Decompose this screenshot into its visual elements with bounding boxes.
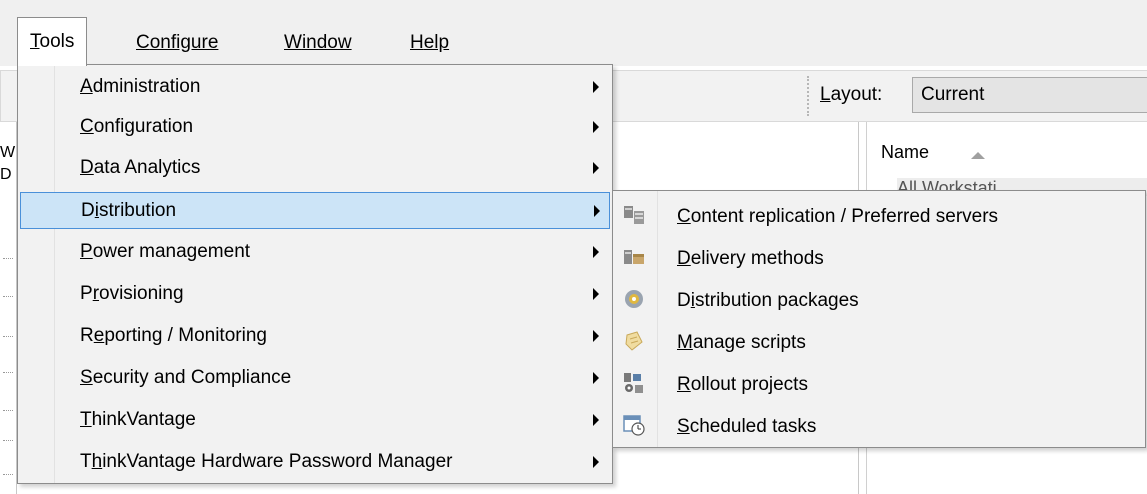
tree-connector (3, 258, 13, 259)
submenu-item-rollout-projects[interactable]: Rollout projects (613, 362, 1145, 404)
tree-connector (3, 372, 13, 373)
menu-item-reporting-monitoring[interactable]: Reporting / Monitoring (20, 318, 610, 355)
delivery-methods-icon (624, 250, 644, 264)
menu-item-thinkvantage-hardware-password-manager[interactable]: ThinkVantage Hardware Password Manager (20, 444, 610, 481)
tree-connector (3, 336, 13, 337)
submenu-arrow-icon (593, 288, 599, 300)
tools-menu: Administration Configuration Data Analyt… (17, 64, 613, 484)
scheduled-tasks-icon (623, 415, 645, 436)
menu-item-administration[interactable]: Administration (20, 69, 610, 106)
layout-toolbar: Layout: Current (812, 70, 1147, 122)
content-replication-icon (624, 206, 644, 224)
submenu-arrow-icon (594, 205, 600, 217)
menu-item-power-management[interactable]: Power management (20, 234, 610, 271)
menu-item-configuration[interactable]: Configuration (20, 109, 610, 146)
layout-label: Layout: (820, 84, 883, 105)
distribution-submenu: Content replication / Preferred servers … (612, 190, 1146, 448)
column-header-name[interactable]: Name (881, 142, 929, 163)
tree-fragment-1: W (0, 144, 16, 161)
menu-bar: Tools Configure Window Help (0, 0, 1147, 66)
left-tree-pane[interactable]: W D (0, 122, 17, 494)
menu-configure[interactable]: Configure (124, 26, 230, 62)
manage-scripts-icon (625, 331, 643, 351)
menu-item-security-and-compliance[interactable]: Security and Compliance (20, 360, 610, 397)
menu-help[interactable]: Help (398, 26, 461, 62)
tree-fragment-2: D (0, 166, 12, 183)
sort-ascending-icon (971, 152, 985, 159)
submenu-item-content-replication[interactable]: Content replication / Preferred servers (613, 194, 1145, 236)
distribution-packages-icon (625, 290, 643, 308)
menu-item-distribution[interactable]: Distribution (20, 192, 610, 229)
menu-item-data-analytics[interactable]: Data Analytics (20, 150, 610, 187)
submenu-arrow-icon (593, 81, 599, 93)
menu-item-provisioning[interactable]: Provisioning (20, 276, 610, 313)
submenu-arrow-icon (593, 456, 599, 468)
submenu-item-scheduled-tasks[interactable]: Scheduled tasks (613, 404, 1145, 446)
menu-window[interactable]: Window (272, 26, 364, 62)
layout-select[interactable]: Current (912, 77, 1147, 113)
tree-connector (3, 440, 13, 441)
tree-connector (3, 474, 13, 475)
submenu-item-delivery-methods[interactable]: Delivery methods (613, 236, 1145, 278)
submenu-arrow-icon (593, 121, 599, 133)
toolbar-separator (807, 76, 809, 116)
menu-tools[interactable]: Tools (17, 17, 88, 66)
submenu-arrow-icon (593, 246, 599, 258)
tree-connector (3, 296, 13, 297)
toolbar-middle (612, 70, 812, 122)
submenu-arrow-icon (593, 330, 599, 342)
tree-connector (3, 410, 13, 411)
rollout-projects-icon (624, 373, 643, 393)
submenu-arrow-icon (593, 372, 599, 384)
menu-item-thinkvantage[interactable]: ThinkVantage (20, 402, 610, 439)
submenu-arrow-icon (593, 414, 599, 426)
submenu-arrow-icon (593, 162, 599, 174)
submenu-item-manage-scripts[interactable]: Manage scripts (613, 320, 1145, 362)
submenu-item-distribution-packages[interactable]: Distribution packages (613, 278, 1145, 320)
